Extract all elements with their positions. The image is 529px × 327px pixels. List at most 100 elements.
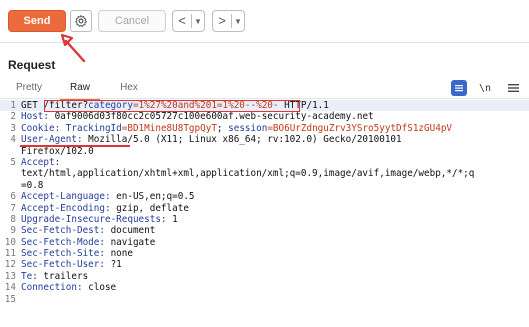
send-button[interactable]: Send: [8, 10, 66, 32]
editor-line: 4 User-Agent: Mozilla/5.0 (X11; Linux x86…: [0, 134, 529, 145]
line-text: Accept-Language: en-US,en;q=0.5: [21, 191, 195, 202]
editor-line: 10 Sec-Fetch-Mode: navigate: [0, 237, 529, 248]
line-text: Accept-Encoding: gzip, deflate: [21, 203, 189, 214]
request-tabs: Pretty Raw Hex: [0, 78, 529, 100]
chevron-down-icon[interactable]: ▼: [192, 17, 204, 26]
line-text: =0.8: [21, 180, 43, 191]
editor-line: =0.8: [0, 180, 529, 191]
line-text: Sec-Fetch-Site: none: [21, 248, 133, 259]
text-token: Accept-Language:: [21, 191, 117, 203]
tab-hex[interactable]: Hex: [112, 80, 146, 98]
show-newlines-toggle[interactable]: \n: [477, 80, 493, 96]
line-number: 13: [4, 270, 16, 282]
line-number: 8: [10, 213, 16, 225]
text-token: document: [110, 225, 156, 237]
text-token: ;: [216, 122, 229, 134]
line-text: Sec-Fetch-Mode: navigate: [21, 237, 155, 248]
line-number: 2: [10, 111, 16, 123]
text-token: none: [110, 248, 133, 260]
line-text: Upgrade-Insecure-Requests: 1: [21, 214, 178, 225]
chevron-down-icon[interactable]: ▼: [232, 17, 244, 26]
line-number: 6: [10, 191, 16, 203]
line-text: text/html,application/xhtml+xml,applicat…: [21, 168, 474, 179]
tab-pretty[interactable]: Pretty: [12, 80, 46, 98]
line-number: 3: [10, 122, 16, 134]
text-token: Mozilla/5.0 (X11; Linux x86_64; rv:102.0…: [88, 134, 402, 146]
red-arrow-annotation: [60, 33, 86, 63]
text-token: Sec-Fetch-Dest:: [21, 225, 111, 237]
text-token: TrackingId: [65, 122, 122, 134]
editor-line: 14 Connection: close: [0, 282, 529, 293]
line-number: 12: [4, 259, 16, 271]
text-token: Firefox/102.0: [21, 145, 94, 157]
line-number: 5: [10, 156, 16, 168]
editor-line: 3 Cookie: TrackingId=BD1Mine8U8TgpQyT; se…: [0, 123, 529, 134]
line-number: 10: [4, 236, 16, 248]
text-token: text/html,application/xhtml+xml,applicat…: [21, 168, 475, 180]
editor-line: 6 Accept-Language: en-US,en;q=0.5: [0, 191, 529, 202]
text-token: Upgrade-Insecure-Requests:: [21, 213, 173, 225]
text-token: =BD1Mine8U8TgpQyT: [121, 122, 217, 134]
line-text: Sec-Fetch-Dest: document: [21, 225, 155, 236]
text-token: Connection:: [21, 282, 89, 294]
list-icon: [455, 85, 463, 92]
text-token: ?1: [110, 259, 122, 271]
back-button[interactable]: < ▼: [172, 10, 205, 32]
line-text: Connection: close: [21, 282, 116, 293]
line-number: 15: [4, 293, 16, 305]
text-token: Sec-Fetch-User:: [21, 259, 111, 271]
line-text: Host: 0af9006d03f80cc2c05727c100e600af.w…: [21, 111, 374, 122]
line-text: Cookie: TrackingId=BD1Mine8U8TgpQyT; ses…: [21, 123, 452, 134]
line-text: User-Agent: Mozilla/5.0 (X11; Linux x86_…: [21, 134, 402, 145]
text-token: close: [88, 282, 117, 294]
more-options-button[interactable]: [505, 80, 521, 96]
request-title: Request: [8, 58, 56, 72]
line-number: 9: [10, 225, 16, 237]
chevron-left-icon: <: [178, 13, 186, 28]
line-number: 14: [4, 282, 16, 294]
tab-raw[interactable]: Raw: [60, 80, 100, 100]
text-token: 0af9006d03f80cc2c05727c100e600af.web-sec…: [54, 111, 374, 123]
text-token: GET: [21, 100, 44, 111]
editor-line: 2 Host: 0af9006d03f80cc2c05727c100e600af.…: [0, 111, 529, 122]
hamburger-menu-icon: [507, 84, 519, 92]
editor-line: 5 Accept:: [0, 157, 529, 168]
forward-button[interactable]: > ▼: [212, 10, 245, 32]
line-number: 4: [10, 134, 16, 146]
text-token: navigate: [110, 236, 156, 248]
editor-line: text/html,application/xhtml+xml,applicat…: [0, 168, 529, 179]
red-box-annotation: [44, 100, 300, 112]
chevron-right-icon: >: [218, 13, 226, 28]
editor-line: 12 Sec-Fetch-User: ?1: [0, 259, 529, 270]
line-text: Firefox/102.0: [21, 146, 94, 157]
divider: [0, 98, 529, 99]
text-token: gzip, deflate: [116, 202, 189, 214]
line-text: Sec-Fetch-User: ?1: [21, 259, 122, 270]
gear-icon: [75, 14, 87, 27]
editor-line: 15: [0, 294, 529, 305]
line-number: 7: [10, 202, 16, 214]
editor-line: 7 Accept-Encoding: gzip, deflate: [0, 203, 529, 214]
request-editor[interactable]: 1 GET /filter?category=1%27%20and%201=1%2…: [0, 100, 529, 327]
text-token: Te:: [21, 270, 44, 282]
text-token: session: [228, 122, 268, 134]
message-actions-button[interactable]: [451, 80, 467, 96]
repeater-panel: Send Cancel < ▼ > ▼ Request Pretty Raw H…: [0, 0, 529, 327]
editor-line: 8 Upgrade-Insecure-Requests: 1: [0, 214, 529, 225]
editor-line: 9 Sec-Fetch-Dest: document: [0, 225, 529, 236]
text-token: =BO6UrZdnguZrv3YSro5yytDfS1zGU4pV: [267, 122, 453, 134]
red-underline-annotation: [20, 145, 130, 147]
editor-line: 11 Sec-Fetch-Site: none: [0, 248, 529, 259]
editor-line: Firefox/102.0: [0, 146, 529, 157]
editor-line: 13 Te: trailers: [0, 271, 529, 282]
text-token: Sec-Fetch-Mode:: [21, 236, 111, 248]
line-number: 1: [10, 100, 16, 111]
text-token: =0.8: [21, 179, 44, 191]
text-token: Sec-Fetch-Site:: [21, 248, 111, 260]
text-token: en-US,en;q=0.5: [116, 191, 195, 203]
settings-button[interactable]: [70, 10, 92, 32]
text-token: Cookie:: [21, 122, 66, 134]
text-token: trailers: [43, 270, 89, 282]
line-text: Accept:: [21, 157, 60, 168]
cancel-button[interactable]: Cancel: [98, 10, 166, 32]
